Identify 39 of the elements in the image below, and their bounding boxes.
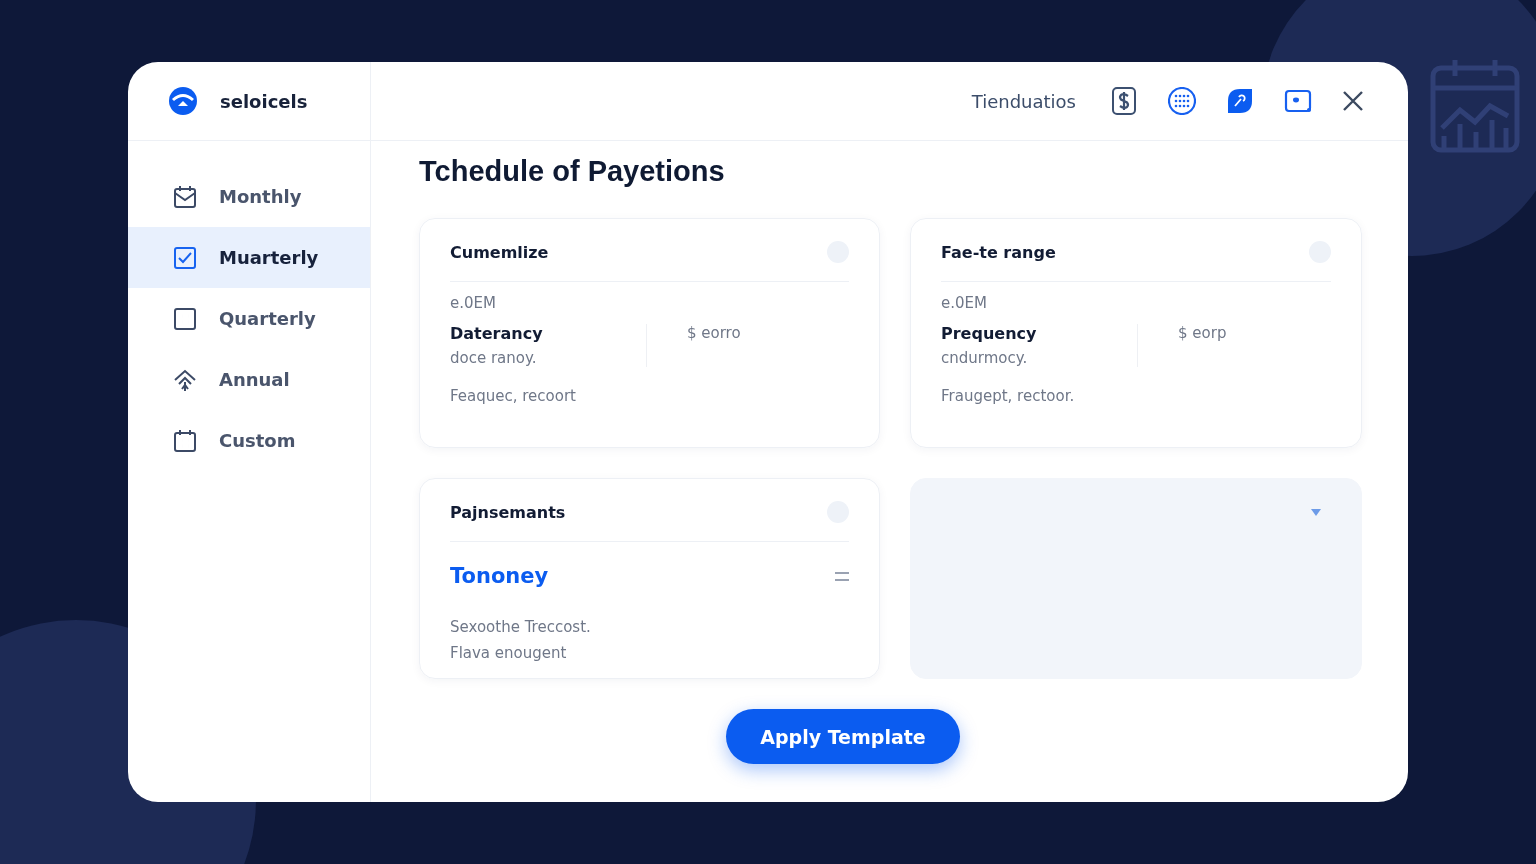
header-link[interactable]: Tienduatios [971,90,1076,112]
equals-icon [835,571,849,581]
description-text: Flava enougent [450,644,568,662]
page-title: Tchedule of Payetions [419,155,726,188]
note-text: Feaquec, recoort [450,387,577,405]
field-label: Prequency [941,324,1038,343]
code-text: e.0EM [450,294,497,312]
screen-icon[interactable] [1284,87,1312,115]
dots-grid-icon[interactable] [1168,87,1196,115]
dollar-icon[interactable] [1110,87,1138,115]
amount-text: $ eorp [1177,324,1227,344]
field-value: cndurmocy. [941,349,1029,367]
field-value: doce ranoy. [450,349,538,367]
logo-icon [168,86,198,116]
sidebar-item[interactable]: Monthly [128,166,370,227]
apply-template-button[interactable]: Apply Template [726,709,960,764]
checkbox-icon [173,245,197,270]
calendar-icon [173,428,197,453]
card-title: Fae-te range [941,242,1056,262]
calendar-icon [173,184,197,209]
card-title: Cumemlize [450,242,549,262]
leaf-icon[interactable] [1226,87,1254,115]
arrows-icon [173,367,197,392]
amount-value: Tononey [450,564,549,588]
calendar-icon [173,306,197,331]
description-text: Sexoothe Treccost. [450,618,592,636]
calendar-chart-icon [1430,58,1520,154]
close-icon[interactable] [1342,90,1364,112]
caret-icon[interactable] [1311,509,1321,516]
brand-name: seloicels [220,90,308,112]
sidebar-item[interactable]: Annual [128,349,370,410]
sidebar-item[interactable]: Custom [128,410,370,471]
amount-text: $ eorro [686,324,741,344]
card-title: Pajnsemants [450,502,566,522]
sidebar-item[interactable]: Quarterly [128,288,370,349]
note-text: Fraugept, rectoor. [941,387,1076,405]
sidebar-item[interactable]: Muarterly [128,227,370,288]
code-text: e.0EM [941,294,988,312]
field-label: Daterancy [450,324,544,343]
